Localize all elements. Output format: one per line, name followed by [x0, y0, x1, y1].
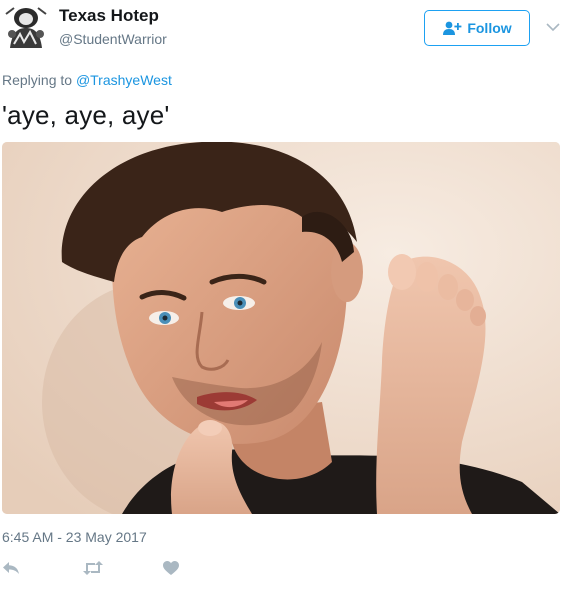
reply-button[interactable] — [2, 561, 22, 579]
reply-icon — [2, 561, 20, 580]
retweet-icon — [82, 560, 104, 580]
user-plus-icon — [442, 20, 462, 36]
retweet-button[interactable] — [82, 560, 104, 580]
tweet-card: Texas Hotep @StudentWarrior Follow Reply… — [0, 0, 567, 597]
chevron-down-icon[interactable] — [545, 20, 561, 32]
avatar[interactable] — [4, 4, 48, 52]
user-handle[interactable]: @StudentWarrior — [59, 31, 167, 47]
avatar-image — [4, 4, 48, 52]
heart-icon — [163, 560, 179, 580]
follow-button[interactable]: Follow — [424, 10, 530, 46]
tweet-timestamp[interactable]: 6:45 AM - 23 May 2017 — [2, 529, 147, 545]
replying-to-line: Replying to @TrashyeWest — [2, 72, 172, 88]
replying-prefix: Replying to — [2, 72, 73, 88]
display-name[interactable]: Texas Hotep — [59, 6, 159, 26]
tweet-media-photo[interactable] — [2, 142, 560, 514]
like-button[interactable] — [163, 560, 181, 580]
photo-illustration — [2, 142, 560, 514]
follow-label: Follow — [467, 20, 512, 36]
replying-to-link[interactable]: @TrashyeWest — [76, 72, 172, 88]
tweet-text: 'aye, aye, aye' — [2, 100, 170, 130]
